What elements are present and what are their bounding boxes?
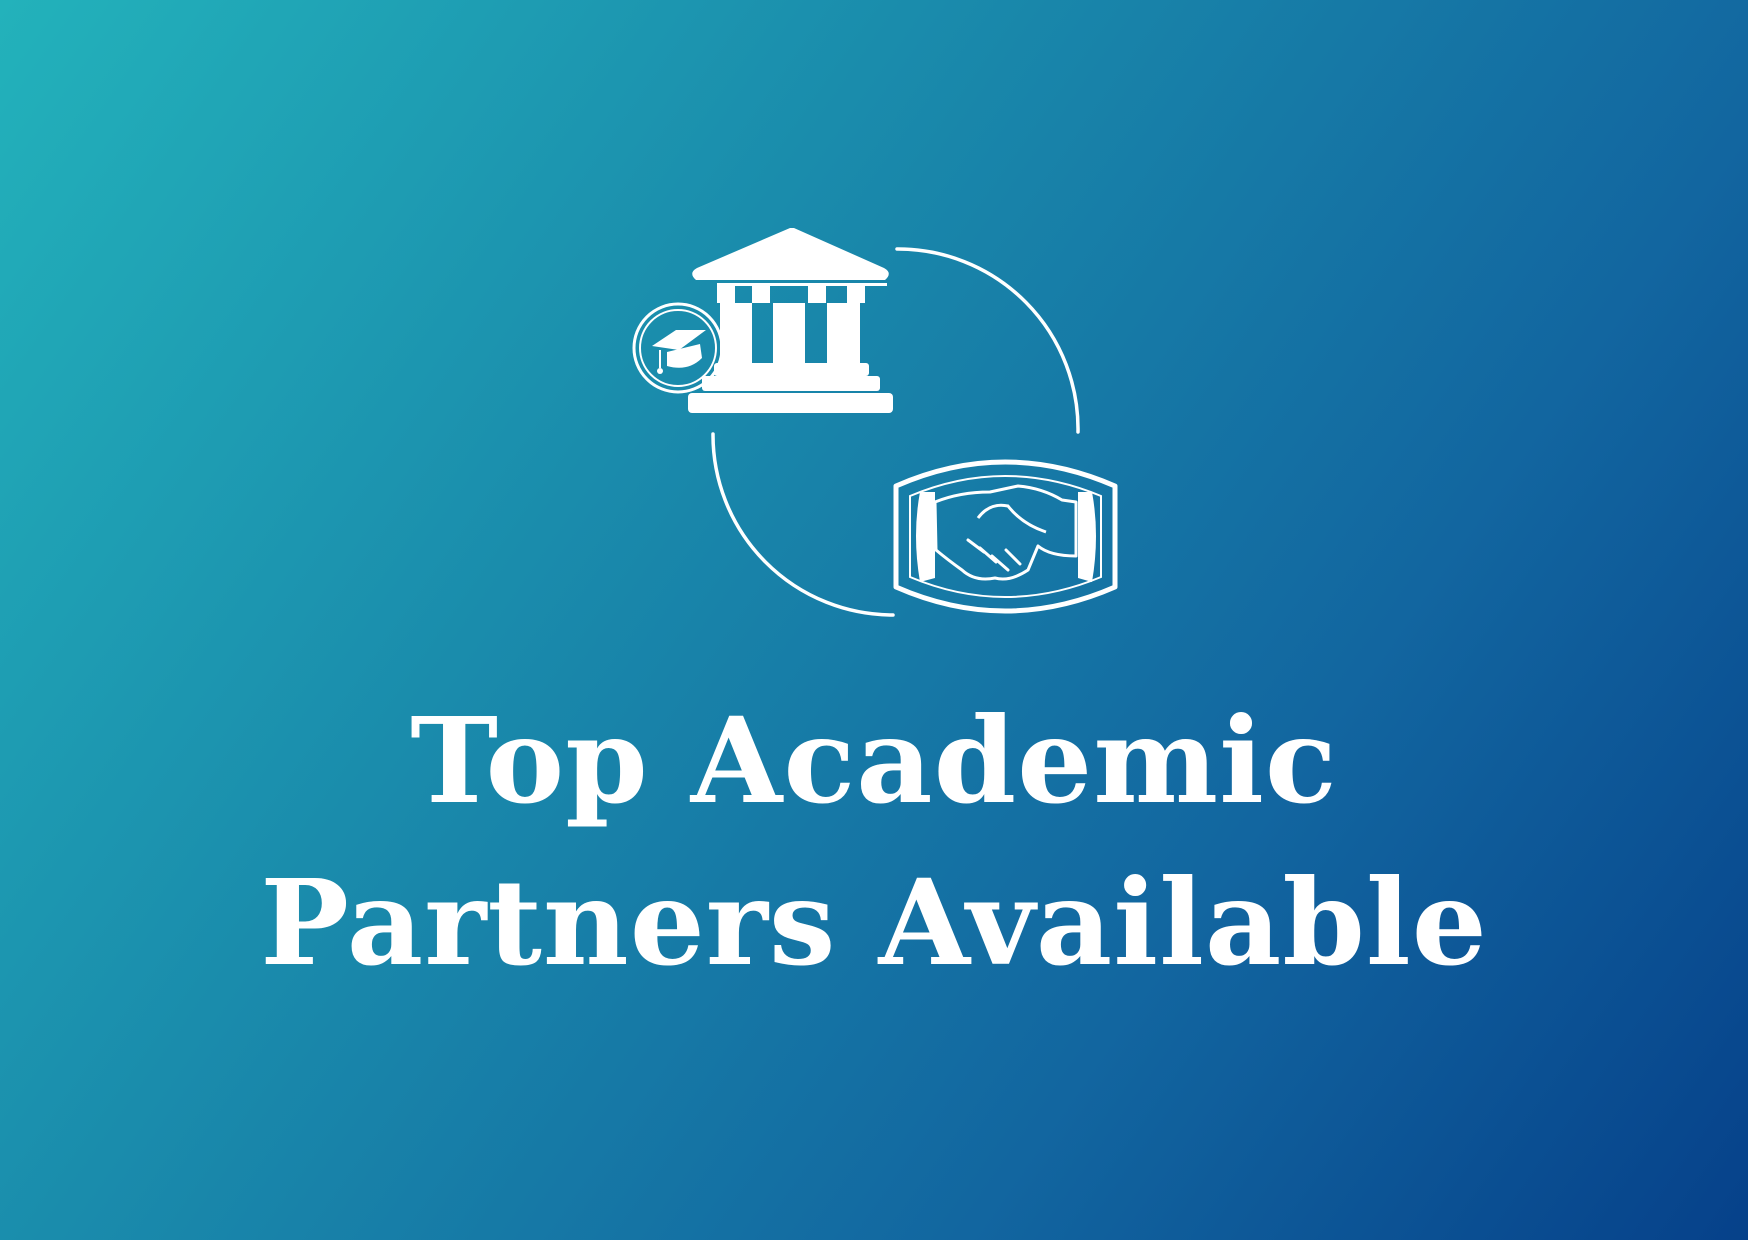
university-building-icon xyxy=(688,228,893,413)
headline: Top Academic Partners Available xyxy=(0,680,1748,1004)
graduation-cap-icon xyxy=(632,302,724,394)
headline-line-2: Partners Available xyxy=(260,853,1488,992)
handshake-icon xyxy=(893,459,1118,614)
academic-partnership-illustration xyxy=(632,228,1118,617)
headline-line-1: Top Academic xyxy=(410,691,1338,830)
